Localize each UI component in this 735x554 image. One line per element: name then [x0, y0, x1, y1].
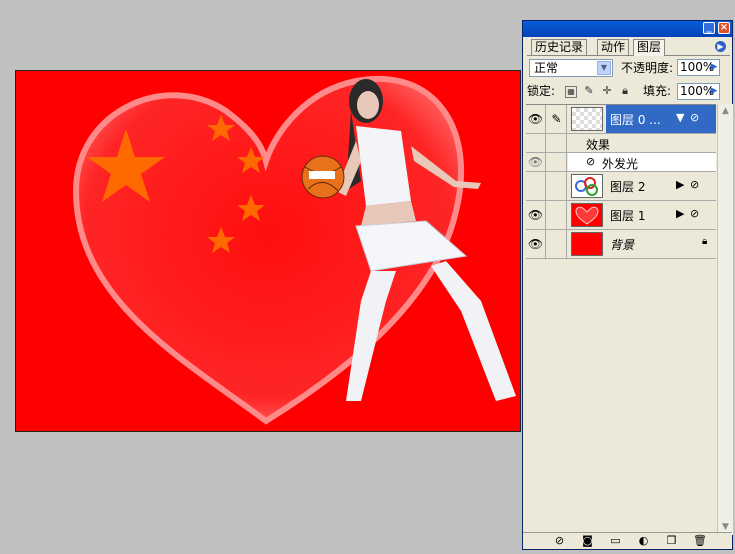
link-box[interactable]	[547, 230, 567, 258]
layer2-thumb-art	[575, 177, 598, 196]
opacity-label: 不透明度:	[621, 61, 674, 75]
eye-empty-box[interactable]	[526, 172, 546, 200]
layer-row-background[interactable]: 👁︎ 背景 🔒︎	[526, 230, 716, 259]
effects-label: 效果	[586, 138, 611, 152]
add-style-icon[interactable]: ⊘	[553, 535, 566, 547]
chevron-down-icon[interactable]: ▼	[597, 61, 611, 75]
eye-empty-box[interactable]	[526, 134, 546, 152]
layer-thumbnail	[571, 174, 603, 198]
eye-icon[interactable]: 👁︎	[526, 105, 546, 133]
layer-row-layer1[interactable]: 👁︎ 图层 1 ▶ ⊘	[526, 201, 716, 230]
expand-effects-icon[interactable]: ▼	[676, 111, 684, 124]
layer-thumbnail	[571, 107, 603, 131]
layer-thumbnail	[571, 232, 603, 256]
lock-move-icon[interactable]: ✛	[601, 85, 613, 97]
palette-bottom-bar: ⊘ ◙ ▭ ◐ ❐ 🗑︎	[523, 532, 732, 549]
minimize-icon[interactable]: _	[703, 22, 715, 34]
lock-paint-icon[interactable]: ✎	[583, 85, 595, 97]
fx-icon[interactable]: ⊘	[690, 111, 699, 124]
palette-menu-icon[interactable]: ▶	[715, 41, 726, 52]
document-canvas[interactable]	[15, 70, 521, 432]
eye-icon[interactable]: 👁︎	[526, 201, 546, 229]
layer-row-layer2[interactable]: 图层 2 ▶ ⊘	[526, 172, 716, 201]
fill-arrow-icon[interactable]: ▶	[709, 85, 719, 98]
fill-field[interactable]: 100% ▶	[677, 83, 720, 100]
adjustment-layer-icon[interactable]: ◐	[637, 535, 650, 547]
palette-tabs: 历史记录 动作 图层 ▶	[527, 39, 730, 56]
scroll-up-icon[interactable]: ▲	[719, 105, 732, 118]
lock-row: 锁定: ▦ ✎ ✛ 🔒︎ 填充: 100% ▶	[527, 83, 728, 101]
add-mask-icon[interactable]: ◙	[581, 535, 594, 547]
eye-icon[interactable]: 👁︎	[526, 153, 546, 171]
effect-name: 外发光	[602, 157, 639, 171]
blend-row: 正常 ▼ 不透明度: 100% ▶	[527, 59, 728, 79]
effects-row[interactable]: 效果	[526, 134, 716, 153]
tab-history[interactable]: 历史记录	[531, 39, 588, 55]
layer-name: 图层 2	[610, 180, 646, 194]
layer-name: 图层 0 ...	[610, 113, 661, 127]
blend-mode-value: 正常	[534, 61, 559, 75]
trash-icon[interactable]: 🗑︎	[693, 535, 707, 547]
fill-label: 填充:	[643, 84, 672, 98]
expand-effects-icon[interactable]: ▶	[676, 178, 684, 191]
link-box[interactable]	[547, 201, 567, 229]
basketball	[301, 155, 345, 199]
layer-thumbnail	[571, 203, 603, 227]
expand-effects-icon[interactable]: ▶	[676, 207, 684, 220]
layers-scrollbar[interactable]: ▲ ▼	[717, 104, 733, 535]
brush-icon[interactable]: ✎	[547, 105, 567, 133]
tab-layers[interactable]: 图层	[633, 39, 666, 56]
layer-name: 背景	[610, 238, 635, 252]
fx-icon: ⊘	[586, 155, 596, 168]
lock-label: 锁定:	[527, 84, 556, 98]
new-layer-icon[interactable]: ❐	[665, 535, 678, 547]
fx-icon[interactable]: ⊘	[690, 178, 699, 191]
layer1-thumb-art	[575, 206, 599, 225]
eye-icon[interactable]: 👁︎	[526, 230, 546, 258]
effect-outer-glow-row[interactable]: 👁︎ ⊘ 外发光	[526, 153, 716, 172]
lock-icon: 🔒︎	[702, 236, 708, 247]
blend-mode-select[interactable]: 正常 ▼	[529, 59, 613, 77]
canvas-artwork	[72, 75, 516, 425]
palette-titlebar[interactable]: _ ×	[523, 21, 732, 37]
new-group-icon[interactable]: ▭	[609, 535, 622, 547]
row-spacer	[547, 134, 567, 152]
fx-icon[interactable]: ⊘	[690, 207, 699, 220]
close-icon[interactable]: ×	[718, 22, 730, 34]
tab-actions[interactable]: 动作	[597, 39, 630, 55]
layer-name: 图层 1	[610, 209, 646, 223]
opacity-field[interactable]: 100% ▶	[677, 59, 720, 76]
lock-transparency-icon[interactable]: ▦	[565, 86, 577, 98]
opacity-arrow-icon[interactable]: ▶	[709, 61, 719, 74]
lock-all-icon[interactable]: 🔒︎	[619, 85, 631, 97]
layers-list: 👁︎ ✎ 图层 0 ... ▼ ⊘ 效果 👁︎ ⊘ 外发光 图层 2 ▶ ⊘ 👁…	[526, 104, 716, 535]
layer-row-layer0[interactable]: 👁︎ ✎ 图层 0 ... ▼ ⊘	[526, 105, 716, 134]
link-box[interactable]	[547, 172, 567, 200]
row-spacer	[547, 153, 567, 171]
layers-palette: _ × 历史记录 动作 图层 ▶ 正常 ▼ 不透明度: 100% ▶ 锁定: ▦…	[522, 20, 733, 550]
